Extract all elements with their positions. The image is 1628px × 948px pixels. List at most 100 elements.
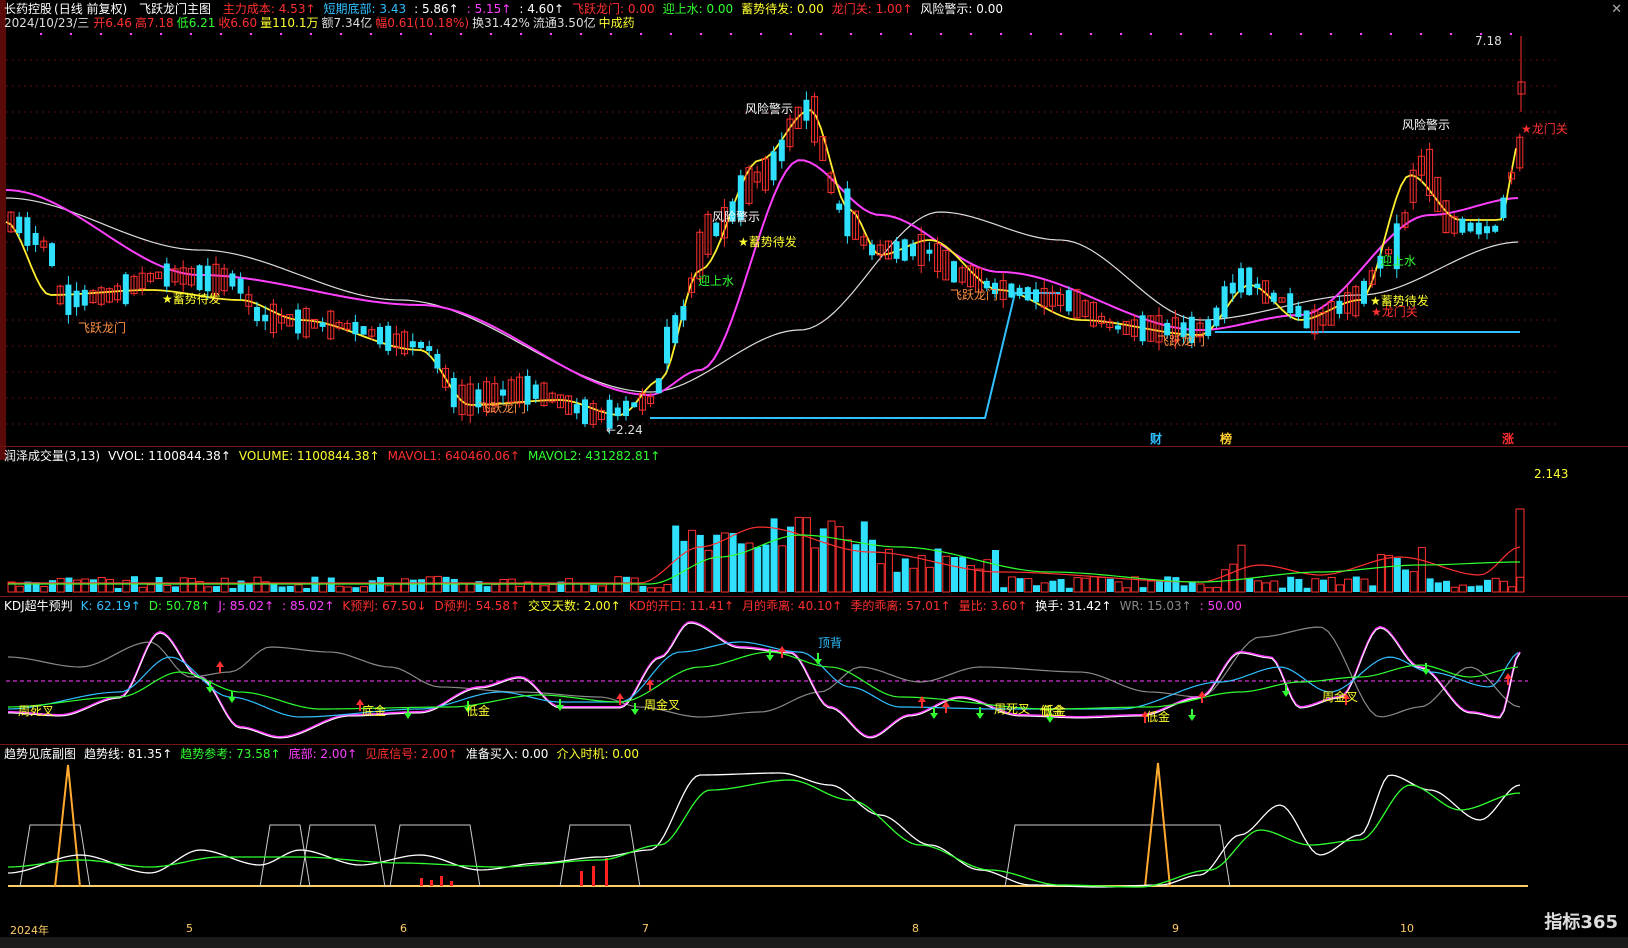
main-annotation: 迎上水: [1380, 254, 1416, 268]
volume-bar-up: [1204, 587, 1213, 593]
volume-bar-down: [1016, 578, 1024, 592]
candle-down: [163, 263, 170, 287]
main-annotation: 7.18: [1475, 34, 1502, 48]
top-marker: [970, 33, 972, 35]
main-annotation: 风险警示: [745, 101, 793, 116]
volume-bar-up: [401, 578, 410, 593]
volume-bar-down: [90, 579, 97, 592]
ma-short-line: [5, 109, 1517, 416]
volume-bar-down: [680, 540, 688, 592]
volume-bar-down: [1426, 578, 1434, 592]
volume-bar-down: [737, 543, 745, 592]
candle-down: [196, 265, 203, 291]
top-marker: [40, 33, 42, 35]
candle-down: [32, 232, 39, 245]
volume-bar-up: [515, 585, 524, 593]
candle-down: [229, 273, 236, 287]
top-marker: [880, 33, 882, 35]
kdj-plot[interactable]: 周死叉 底金 低金 低金周金叉顶背周死叉 低金 低金周金叉: [0, 597, 1628, 744]
candlestick-plot[interactable]: 飞跃龙门★蓄势待发飞跃龙门←2.24风险警示风险警示★蓄势待发迎上水飞跃龙门飞跃…: [0, 0, 1628, 446]
volume-bar-down: [1279, 587, 1286, 592]
candle-down: [926, 249, 933, 254]
volume-bar-up: [565, 578, 574, 593]
kdj-annotation: 周金叉: [1322, 689, 1358, 704]
volume-bar-up: [105, 579, 114, 593]
volume-bar-up: [1344, 578, 1353, 593]
up-arrow-icon: [616, 693, 624, 699]
volume-bar-up: [720, 532, 729, 593]
volume-pane[interactable]: 润泽成交量(3,13) VVOL: 1100844.38↑ VOLUME: 1100…: [0, 447, 1628, 596]
volume-bar-up: [1516, 576, 1525, 593]
candle-down: [500, 389, 506, 396]
top-marker: [520, 33, 522, 35]
volume-bar-down: [1180, 585, 1188, 592]
main-annotation: ★龙门关: [1521, 121, 1568, 136]
top-marker: [70, 33, 72, 35]
volume-bar-down: [229, 587, 237, 592]
candle-down: [73, 290, 80, 308]
volume-bar-down: [49, 580, 56, 592]
trend-plot[interactable]: [0, 745, 1628, 922]
volume-bar-up: [704, 549, 713, 593]
volume-bar-down: [959, 556, 967, 592]
bottom-tab-bar[interactable]: [0, 937, 1628, 948]
support-line: [650, 292, 1060, 419]
candle-down: [582, 399, 588, 425]
volume-bar-up: [1114, 581, 1123, 593]
volume-bar-up: [1089, 576, 1098, 593]
volume-bar-down: [869, 539, 876, 592]
volume-bar-down: [1033, 585, 1040, 592]
candle-down: [623, 400, 629, 417]
volume-bar-down: [893, 571, 901, 592]
candle-down: [81, 289, 88, 306]
trend-pane[interactable]: 趋势见底副图 趋势线: 81.35↑ 趋势参考: 73.58↑ 底部: 2.00↑ 见底…: [0, 745, 1628, 922]
main-chart-pane[interactable]: 长药控股 (日线 前复权) 飞跃龙门主图 主力成本: 4.53↑ 短期底部: 3.4…: [0, 0, 1628, 446]
volume-bar-down: [213, 586, 220, 592]
bottom-zone-line: [559, 824, 641, 888]
candle-down: [672, 315, 679, 344]
candle-down: [24, 217, 31, 246]
volume-bar-up: [884, 548, 893, 593]
top-marker: [1270, 33, 1272, 35]
volume-bar-down: [1000, 587, 1008, 592]
volume-bar-down: [639, 585, 647, 592]
down-arrow-icon: [1282, 691, 1290, 697]
volume-bar-down: [245, 584, 253, 592]
candle-down: [409, 341, 416, 348]
volume-bar-down: [278, 586, 286, 592]
volume-bar-up: [97, 577, 106, 593]
candle-down: [262, 314, 269, 322]
top-marker: [1390, 33, 1392, 35]
volume-bar-down: [901, 558, 909, 592]
volume-bar-up: [335, 585, 344, 593]
candle-down: [1221, 286, 1228, 318]
volume-bar-down: [114, 587, 122, 592]
volume-bar-up: [540, 585, 549, 593]
volume-bar-down: [1049, 580, 1057, 592]
main-annotation: ★龙门关: [1371, 304, 1418, 319]
volume-bar-up: [1458, 584, 1467, 593]
volume-bar-up: [909, 567, 918, 593]
volume-bar-up: [220, 577, 229, 593]
top-marker: [640, 33, 642, 35]
bottom-zone-line: [259, 824, 311, 888]
volume-bar-up: [794, 516, 803, 593]
volume-bar-up: [1311, 578, 1320, 593]
volume-plot[interactable]: [0, 447, 1628, 596]
volume-bar-up: [876, 563, 885, 593]
candle-down: [1287, 293, 1294, 314]
main-annotation: 飞跃龙门: [478, 400, 526, 415]
volume-bar-up: [1098, 576, 1107, 593]
bottom-signal-bar: [430, 880, 433, 886]
volume-bar-up: [1508, 586, 1517, 593]
volume-bar-up: [1262, 582, 1271, 593]
candle-down: [655, 378, 662, 394]
kdj-pane[interactable]: KDJ超牛预判 K: 62.19↑ D: 50.78↑ J: 85.02↑: 85.0…: [0, 597, 1628, 744]
top-marker: [670, 33, 672, 35]
volume-bar-down: [992, 550, 999, 592]
top-marker: [100, 33, 102, 35]
volume-bar-up: [204, 586, 213, 593]
main-annotation: 风险警示: [1402, 117, 1450, 132]
volume-bar-up: [15, 585, 24, 593]
kdj-annotation: 周金叉: [644, 697, 680, 712]
